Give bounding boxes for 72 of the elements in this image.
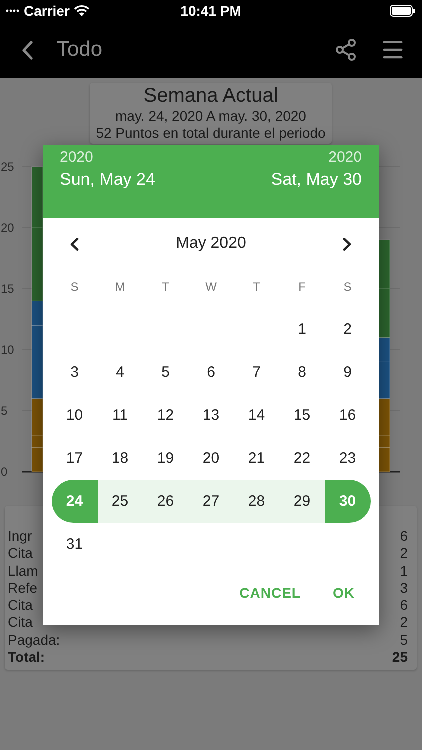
summary-label: Refe [8, 580, 38, 598]
summary-label: Ingr [8, 528, 32, 546]
axis-tick-label: 10 [1, 343, 14, 357]
weekday-label: S [70, 279, 80, 296]
month-title: May 2020 [175, 235, 248, 253]
day-button[interactable]: 13 [188, 394, 234, 437]
axis-tick-label: 15 [1, 282, 14, 296]
day-button[interactable]: 11 [98, 394, 143, 437]
points-total: 52 Puntos en total durante el periodo [96, 125, 326, 142]
day-button[interactable]: 18 [98, 437, 143, 480]
day-button[interactable]: 12 [143, 394, 188, 437]
day-button[interactable]: 22 [280, 437, 325, 480]
screen-title: Todo [57, 38, 104, 62]
summary-value: 2 [400, 614, 408, 632]
day-button[interactable]: 3 [52, 351, 98, 394]
summary-label: Cita [8, 545, 33, 563]
day-button[interactable]: 8 [280, 351, 325, 394]
day-button[interactable]: 4 [98, 351, 143, 394]
summary-value: 6 [400, 597, 408, 614]
day-button[interactable]: 17 [52, 437, 98, 480]
next-month-button[interactable] [343, 238, 352, 250]
date-range: may. 24, 2020 A may. 30, 2020 [114, 108, 308, 125]
day-button[interactable]: 15 [280, 394, 325, 437]
day-button[interactable]: 16 [325, 394, 370, 437]
clock-time: 10:41 PM [180, 3, 242, 19]
summary-label: Cita [8, 597, 33, 614]
summary-value: 5 [400, 632, 408, 650]
day-button[interactable]: 5 [143, 351, 188, 394]
weekday-label: T [161, 279, 170, 296]
day-button[interactable]: 1 [280, 308, 325, 351]
summary-label: Pagada: [8, 632, 60, 650]
axis-tick-label: 5 [1, 404, 8, 418]
day-button[interactable]: 19 [143, 437, 188, 480]
weekday-label: F [298, 279, 307, 296]
weekday-label: T [252, 279, 262, 296]
summary-value: 1 [400, 562, 408, 580]
wifi-icon [74, 5, 90, 17]
summary-label: Llam [8, 562, 38, 580]
day-button[interactable]: 29 [280, 480, 325, 523]
summary-value: 2 [400, 545, 408, 563]
day-button[interactable]: 26 [143, 480, 188, 523]
summary-value: 3 [400, 580, 408, 598]
day-button[interactable]: 23 [325, 437, 370, 480]
day-button[interactable]: 27 [188, 480, 234, 523]
day-button[interactable]: 10 [52, 394, 98, 437]
weekday-label: S [342, 279, 353, 296]
total-value: 25 [392, 649, 408, 666]
day-button[interactable]: 20 [188, 437, 234, 480]
carrier-name: Carrier [24, 3, 70, 19]
day-button[interactable]: 2 [325, 308, 370, 351]
axis-tick-label: 25 [1, 160, 14, 174]
summary-value: 6 [400, 528, 408, 546]
period-title: Semana Actual [142, 85, 280, 108]
axis-tick-label: 0 [1, 465, 8, 479]
day-button[interactable]: 14 [234, 394, 280, 437]
day-button[interactable]: 28 [234, 480, 280, 523]
back-button[interactable] [22, 40, 33, 60]
day-button[interactable]: 25 [98, 480, 143, 523]
axis-tick-label: 20 [1, 221, 14, 235]
day-button[interactable]: 21 [234, 437, 280, 480]
day-button[interactable]: 7 [234, 351, 280, 394]
weekday-label: M [114, 279, 126, 296]
previous-month-button[interactable] [70, 238, 80, 250]
total-label: Total: [8, 649, 46, 666]
summary-label: Cita [8, 614, 33, 632]
signal-icon [6, 9, 20, 13]
weekday-label: W [204, 279, 218, 296]
day-button[interactable]: 31 [52, 523, 98, 566]
day-button[interactable]: 6 [188, 351, 234, 394]
day-button[interactable]: 9 [325, 351, 370, 394]
battery-icon [390, 5, 416, 17]
share-button[interactable] [334, 38, 358, 62]
